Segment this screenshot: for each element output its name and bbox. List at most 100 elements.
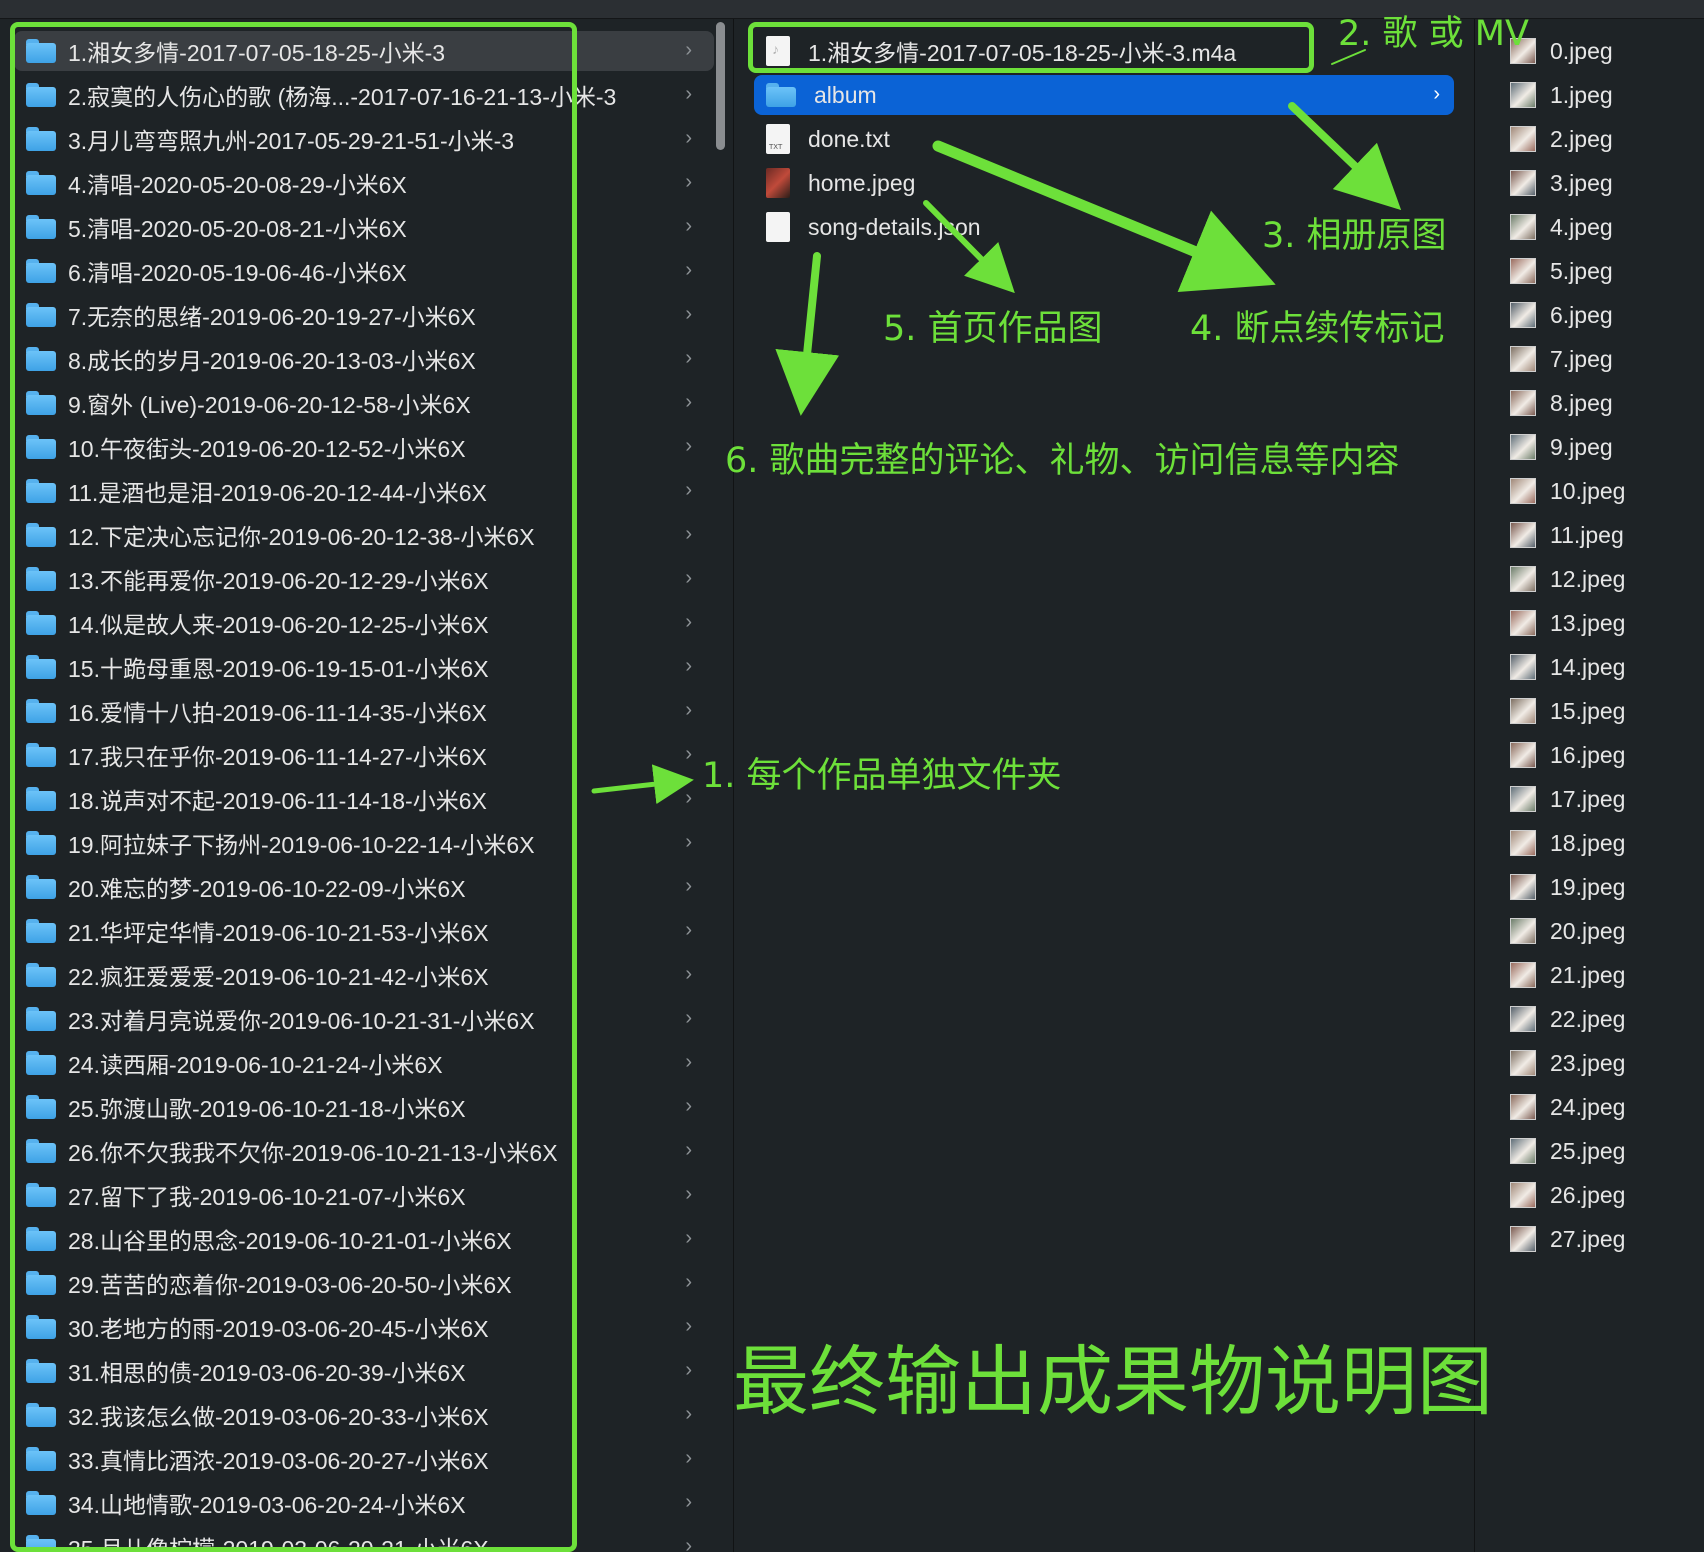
image-thumbnail-icon	[1510, 786, 1536, 812]
item-label: 10.jpeg	[1550, 477, 1626, 504]
image-row[interactable]: 3.jpeg	[1510, 163, 1690, 203]
folders-highlight-box	[10, 22, 577, 1552]
chevron-right-icon: ›	[685, 1007, 692, 1029]
chevron-right-icon: ›	[685, 567, 692, 589]
chevron-right-icon: ›	[685, 1491, 692, 1513]
image-thumbnail-icon	[1510, 742, 1536, 768]
item-label: 13.jpeg	[1550, 609, 1626, 636]
image-row[interactable]: 0.jpeg	[1510, 31, 1690, 71]
image-row[interactable]: 16.jpeg	[1510, 735, 1690, 775]
annotation-per-work-folder: 1. 每个作品单独文件夹	[702, 756, 1062, 796]
item-label: 4.jpeg	[1550, 213, 1613, 240]
item-label: 26.jpeg	[1550, 1181, 1626, 1208]
album-column[interactable]: 0.jpeg 1.jpeg 2.jpeg 3.jpeg 4.jpeg 5.jpeg 6.jp…	[1475, 19, 1704, 1552]
item-label: 12.jpeg	[1550, 565, 1626, 592]
chevron-right-icon: ›	[685, 1271, 692, 1293]
image-row[interactable]: 14.jpeg	[1510, 647, 1690, 687]
item-label: 20.jpeg	[1550, 917, 1626, 944]
chevron-right-icon: ›	[685, 1359, 692, 1381]
chevron-right-icon: ›	[1433, 83, 1440, 105]
content-row[interactable]: album ›	[754, 75, 1454, 115]
chevron-right-icon: ›	[685, 303, 692, 325]
image-row[interactable]: 22.jpeg	[1510, 999, 1690, 1039]
chevron-right-icon: ›	[685, 347, 692, 369]
chevron-right-icon: ›	[685, 391, 692, 413]
image-row[interactable]: 10.jpeg	[1510, 471, 1690, 511]
item-label: 21.jpeg	[1550, 961, 1626, 988]
chevron-right-icon: ›	[685, 215, 692, 237]
chevron-right-icon: ›	[685, 919, 692, 941]
image-row[interactable]: 6.jpeg	[1510, 295, 1690, 335]
image-row[interactable]: 8.jpeg	[1510, 383, 1690, 423]
item-label: 24.jpeg	[1550, 1093, 1626, 1120]
item-label: 23.jpeg	[1550, 1049, 1626, 1076]
image-row[interactable]: 1.jpeg	[1510, 75, 1690, 115]
item-label: 7.jpeg	[1550, 345, 1613, 372]
chevron-right-icon: ›	[685, 1227, 692, 1249]
item-label: album	[814, 81, 877, 108]
annotation-song-or-mv: 2. 歌 或 MV	[1338, 14, 1529, 54]
image-thumbnail-icon	[1510, 698, 1536, 724]
chevron-right-icon: ›	[685, 1535, 692, 1552]
image-row[interactable]: 21.jpeg	[1510, 955, 1690, 995]
item-label: 19.jpeg	[1550, 873, 1626, 900]
chevron-right-icon: ›	[685, 787, 692, 809]
image-row[interactable]: 11.jpeg	[1510, 515, 1690, 555]
chevron-right-icon: ›	[685, 831, 692, 853]
annotation-home-image: 5. 首页作品图	[883, 309, 1103, 349]
image-thumbnail-icon	[1510, 82, 1536, 108]
folder-icon	[766, 83, 796, 107]
image-thumbnail-icon	[1510, 654, 1536, 680]
item-label: 15.jpeg	[1550, 697, 1626, 724]
image-row[interactable]: 18.jpeg	[1510, 823, 1690, 863]
image-row[interactable]: 20.jpeg	[1510, 911, 1690, 951]
chevron-right-icon: ›	[685, 1139, 692, 1161]
item-label: 6.jpeg	[1550, 301, 1613, 328]
image-thumbnail-icon	[1510, 1050, 1536, 1076]
content-row[interactable]: home.jpeg	[754, 163, 1454, 203]
image-row[interactable]: 5.jpeg	[1510, 251, 1690, 291]
image-thumbnail-icon	[1510, 346, 1536, 372]
image-thumbnail-icon	[1510, 302, 1536, 328]
item-label: 22.jpeg	[1550, 1005, 1626, 1032]
chevron-right-icon: ›	[685, 83, 692, 105]
image-thumbnail-icon	[1510, 566, 1536, 592]
image-row[interactable]: 26.jpeg	[1510, 1175, 1690, 1215]
annotation-album-originals: 3. 相册原图	[1262, 216, 1447, 256]
item-label: 17.jpeg	[1550, 785, 1626, 812]
image-thumbnail-icon	[1510, 1138, 1536, 1164]
image-row[interactable]: 2.jpeg	[1510, 119, 1690, 159]
item-label: 1.jpeg	[1550, 81, 1613, 108]
image-row[interactable]: 9.jpeg	[1510, 427, 1690, 467]
item-label: 8.jpeg	[1550, 389, 1613, 416]
folders-scrollbar[interactable]	[716, 22, 725, 150]
image-row[interactable]: 13.jpeg	[1510, 603, 1690, 643]
content-row[interactable]: done.txt	[754, 119, 1454, 159]
chevron-right-icon: ›	[685, 127, 692, 149]
image-thumbnail-icon	[1510, 1094, 1536, 1120]
image-row[interactable]: 4.jpeg	[1510, 207, 1690, 247]
item-label: 3.jpeg	[1550, 169, 1613, 196]
item-label: song-details.json	[808, 213, 981, 240]
item-label: home.jpeg	[808, 169, 916, 196]
image-row[interactable]: 19.jpeg	[1510, 867, 1690, 907]
image-row[interactable]: 25.jpeg	[1510, 1131, 1690, 1171]
chevron-right-icon: ›	[685, 1051, 692, 1073]
image-thumbnail-icon	[1510, 830, 1536, 856]
image-thumbnail-icon	[1510, 1006, 1536, 1032]
image-thumbnail-icon	[1510, 962, 1536, 988]
image-row[interactable]: 24.jpeg	[1510, 1087, 1690, 1127]
image-thumbnail-icon	[1510, 170, 1536, 196]
item-label: 27.jpeg	[1550, 1225, 1626, 1252]
image-thumbnail-icon	[1510, 610, 1536, 636]
image-row[interactable]: 7.jpeg	[1510, 339, 1690, 379]
image-row[interactable]: 27.jpeg	[1510, 1219, 1690, 1259]
item-label: 18.jpeg	[1550, 829, 1626, 856]
image-row[interactable]: 12.jpeg	[1510, 559, 1690, 599]
chevron-right-icon: ›	[685, 1447, 692, 1469]
image-row[interactable]: 17.jpeg	[1510, 779, 1690, 819]
chevron-right-icon: ›	[685, 699, 692, 721]
image-row[interactable]: 23.jpeg	[1510, 1043, 1690, 1083]
annotation-resume-marker: 4. 断点续传标记	[1190, 309, 1445, 349]
image-row[interactable]: 15.jpeg	[1510, 691, 1690, 731]
